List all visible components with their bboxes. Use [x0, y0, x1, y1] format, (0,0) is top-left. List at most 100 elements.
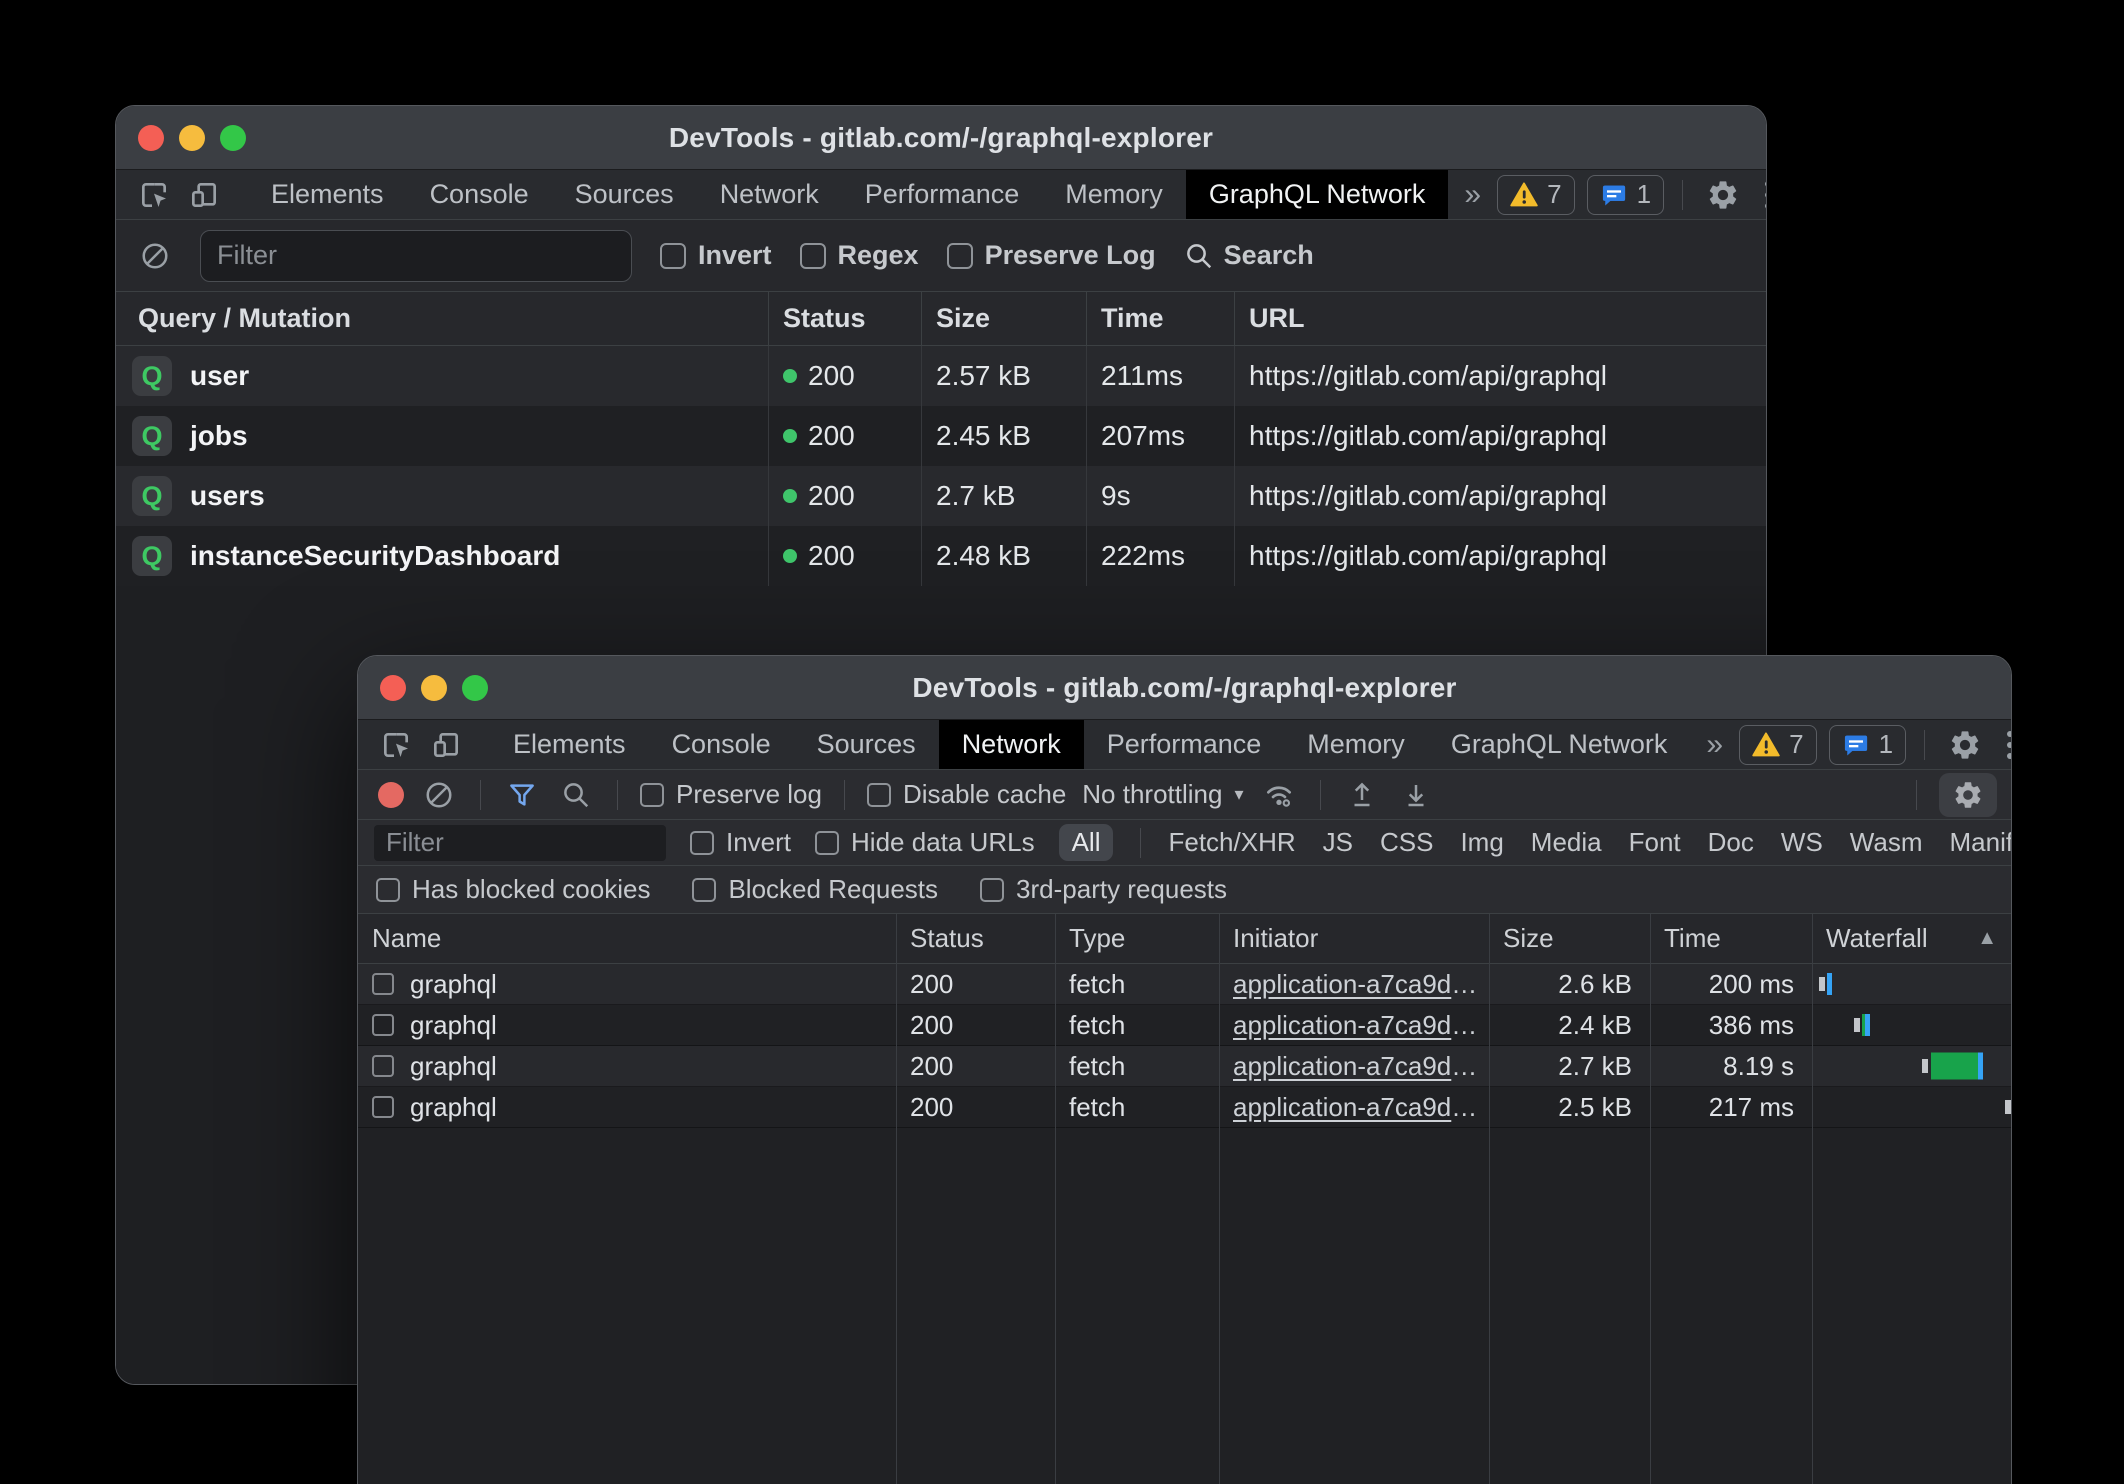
row-checkbox[interactable]	[372, 973, 394, 995]
has-blocked-cookies-checkbox-group[interactable]: Has blocked cookies	[376, 874, 650, 905]
regex-checkbox[interactable]	[800, 243, 826, 269]
tab-memory[interactable]: Memory	[1042, 170, 1186, 219]
warnings-badge[interactable]: 7	[1739, 725, 1816, 765]
close-button[interactable]	[380, 675, 406, 701]
type-filter-all[interactable]: All	[1059, 824, 1114, 861]
initiator-link[interactable]: application-a7ca9d0…	[1233, 1051, 1489, 1082]
invert-checkbox[interactable]	[690, 831, 714, 855]
tab-elements[interactable]: Elements	[490, 720, 649, 769]
type-filter-media[interactable]: Media	[1531, 827, 1602, 858]
tab-performance[interactable]: Performance	[842, 170, 1043, 219]
settings-gear-icon[interactable]	[1701, 175, 1745, 215]
tab-sources[interactable]: Sources	[552, 170, 697, 219]
col-header-name[interactable]: Name	[358, 914, 896, 963]
type-filter-img[interactable]: Img	[1460, 827, 1503, 858]
type-filter-ws[interactable]: WS	[1781, 827, 1823, 858]
tab-performance[interactable]: Performance	[1084, 720, 1285, 769]
table-row[interactable]: graphql 200 fetch application-a7ca9d0… 2…	[358, 1005, 2011, 1046]
device-toolbar-icon[interactable]	[182, 175, 226, 215]
inspect-element-icon[interactable]	[132, 175, 176, 215]
device-toolbar-icon[interactable]	[424, 725, 468, 765]
type-filter-manifest[interactable]: Manifest	[1950, 827, 2013, 858]
tab-graphql-network[interactable]: GraphQL Network	[1186, 170, 1449, 219]
network-conditions-icon[interactable]	[1260, 776, 1298, 814]
col-header-query-mutation[interactable]: Query / Mutation	[116, 292, 768, 345]
preserve-log-checkbox-group[interactable]: Preserve log	[640, 779, 822, 810]
clear-icon[interactable]	[420, 776, 458, 814]
col-header-time[interactable]: Time	[1650, 914, 1812, 963]
has-blocked-cookies-checkbox[interactable]	[376, 878, 400, 902]
type-filter-css[interactable]: CSS	[1380, 827, 1433, 858]
more-options-icon[interactable]	[1999, 731, 2012, 759]
col-header-status[interactable]: Status	[768, 292, 921, 345]
hide-data-urls-checkbox-group[interactable]: Hide data URLs	[815, 827, 1035, 858]
col-header-size[interactable]: Size	[921, 292, 1086, 345]
invert-checkbox-group[interactable]: Invert	[690, 827, 791, 858]
preserve-log-checkbox[interactable]	[640, 783, 664, 807]
tab-memory[interactable]: Memory	[1284, 720, 1428, 769]
export-har-icon[interactable]	[1397, 776, 1435, 814]
minimize-button[interactable]	[179, 125, 205, 151]
third-party-requests-checkbox-group[interactable]: 3rd-party requests	[980, 874, 1227, 905]
titlebar[interactable]: DevTools - gitlab.com/-/graphql-explorer	[116, 106, 1766, 170]
col-header-time[interactable]: Time	[1086, 292, 1234, 345]
minimize-button[interactable]	[421, 675, 447, 701]
table-row[interactable]: graphql 200 fetch application-a7ca9d0… 2…	[358, 964, 2011, 1005]
blocked-requests-checkbox-group[interactable]: Blocked Requests	[692, 874, 938, 905]
table-row[interactable]: graphql 200 fetch application-a7ca9d0… 2…	[358, 1046, 2011, 1087]
filter-input[interactable]	[200, 230, 632, 282]
preserve-log-checkbox[interactable]	[947, 243, 973, 269]
inspect-element-icon[interactable]	[374, 725, 418, 765]
type-filter-wasm[interactable]: Wasm	[1850, 827, 1923, 858]
tab-network[interactable]: Network	[939, 720, 1084, 769]
throttling-select[interactable]: No throttling ▾	[1082, 779, 1243, 810]
tab-console[interactable]: Console	[649, 720, 794, 769]
type-filter-doc[interactable]: Doc	[1708, 827, 1754, 858]
tab-graphql-network[interactable]: GraphQL Network	[1428, 720, 1691, 769]
tab-console[interactable]: Console	[407, 170, 552, 219]
preserve-log-checkbox-group[interactable]: Preserve Log	[947, 240, 1156, 271]
settings-gear-icon[interactable]	[1943, 725, 1987, 765]
close-button[interactable]	[138, 125, 164, 151]
col-header-url[interactable]: URL	[1234, 292, 1766, 345]
blocked-requests-checkbox[interactable]	[692, 878, 716, 902]
issues-badge[interactable]: 1	[1829, 725, 1906, 765]
filter-funnel-icon[interactable]	[503, 776, 541, 814]
row-checkbox[interactable]	[372, 1014, 394, 1036]
initiator-link[interactable]: application-a7ca9d0…	[1233, 1092, 1489, 1123]
col-header-size[interactable]: Size	[1489, 914, 1650, 963]
issues-badge[interactable]: 1	[1587, 175, 1664, 215]
disable-cache-checkbox[interactable]	[867, 783, 891, 807]
type-filter-font[interactable]: Font	[1629, 827, 1681, 858]
more-tabs-icon[interactable]: »	[1690, 720, 1739, 769]
zoom-button[interactable]	[220, 125, 246, 151]
disable-cache-checkbox-group[interactable]: Disable cache	[867, 779, 1066, 810]
col-header-type[interactable]: Type	[1055, 914, 1219, 963]
initiator-link[interactable]: application-a7ca9d0…	[1233, 969, 1489, 1000]
col-header-waterfall[interactable]: Waterfall ▲	[1812, 914, 2011, 963]
third-party-requests-checkbox[interactable]	[980, 878, 1004, 902]
more-options-icon[interactable]	[1757, 181, 1767, 209]
tab-sources[interactable]: Sources	[794, 720, 939, 769]
record-button[interactable]	[378, 782, 404, 808]
hide-data-urls-checkbox[interactable]	[815, 831, 839, 855]
import-har-icon[interactable]	[1343, 776, 1381, 814]
table-row[interactable]: graphql 200 fetch application-a7ca9d0… 2…	[358, 1087, 2011, 1128]
search-icon[interactable]	[557, 776, 595, 814]
table-row[interactable]: Qusers 200 2.7 kB 9s https://gitlab.com/…	[116, 466, 1766, 526]
type-filter-fetch-xhr[interactable]: Fetch/XHR	[1168, 827, 1295, 858]
table-row[interactable]: Qjobs 200 2.45 kB 207ms https://gitlab.c…	[116, 406, 1766, 466]
invert-checkbox[interactable]	[660, 243, 686, 269]
titlebar[interactable]: DevTools - gitlab.com/-/graphql-explorer	[358, 656, 2011, 720]
zoom-button[interactable]	[462, 675, 488, 701]
search-button[interactable]: Search	[1184, 240, 1314, 271]
tab-network[interactable]: Network	[697, 170, 842, 219]
tab-elements[interactable]: Elements	[248, 170, 407, 219]
initiator-link[interactable]: application-a7ca9d0…	[1233, 1010, 1489, 1041]
network-filter-input[interactable]	[374, 825, 666, 861]
regex-checkbox-group[interactable]: Regex	[800, 240, 919, 271]
invert-checkbox-group[interactable]: Invert	[660, 240, 772, 271]
type-filter-js[interactable]: JS	[1323, 827, 1353, 858]
col-header-status[interactable]: Status	[896, 914, 1055, 963]
network-settings-gear-icon[interactable]	[1939, 773, 1997, 817]
